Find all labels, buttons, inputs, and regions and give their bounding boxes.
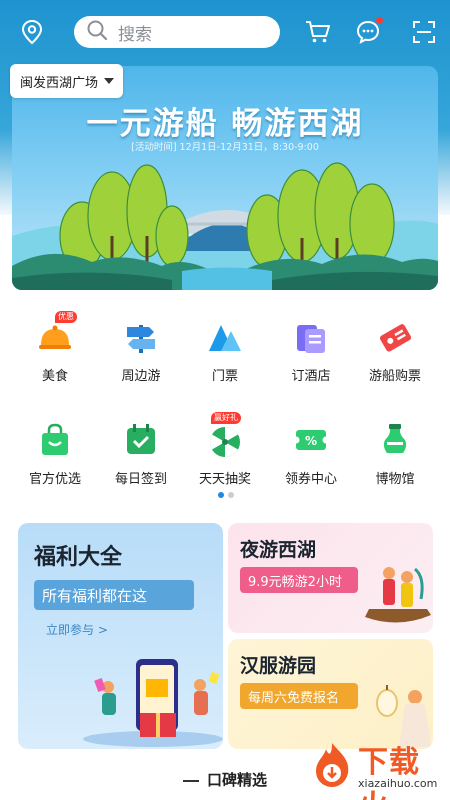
banner-title: 一元游船 畅游西湖 xyxy=(86,106,364,142)
vase-icon xyxy=(375,420,415,460)
welfare-card[interactable]: 福利大全 所有福利都在这 立即参与 > xyxy=(18,523,223,749)
location-pin-icon[interactable] xyxy=(20,19,44,45)
svg-text:%: % xyxy=(305,434,317,448)
search-placeholder: 搜索 xyxy=(118,24,152,45)
boat-people-illustration xyxy=(365,567,431,623)
join-link[interactable]: 立即参与 > xyxy=(46,621,108,638)
grid-label: 美食 xyxy=(41,369,68,384)
grid-label: 领券中心 xyxy=(284,472,337,487)
location-selector[interactable]: 闽发西湖广场 xyxy=(10,64,124,98)
section-title: 口碑精选 xyxy=(206,771,267,789)
grid-item-official-picks[interactable]: 官方优选 xyxy=(10,420,100,487)
pager-dot-active xyxy=(218,492,224,498)
tag-lottery: 赢好礼 xyxy=(211,412,241,424)
watermark-sub: xiazaihuo.com xyxy=(358,777,438,790)
message-icon[interactable] xyxy=(356,17,383,44)
grid-item-coupon-center[interactable]: % 领券中心 xyxy=(266,420,356,487)
watermark-text: 下载火 xyxy=(358,745,420,800)
hanfu-pill: 每周六免费报名 xyxy=(240,683,358,709)
grid-label: 游船购票 xyxy=(368,369,421,384)
grid-label: 订酒店 xyxy=(291,369,331,384)
scan-icon[interactable] xyxy=(412,20,436,44)
signpost-icon xyxy=(121,317,161,357)
food-cloche-icon: 优惠 xyxy=(35,311,77,357)
grid-item-museum[interactable]: 博物馆 xyxy=(350,420,440,487)
hanfu-card[interactable]: 汉服游园 每周六免费报名 xyxy=(228,639,433,749)
hanfu-title: 汉服游园 xyxy=(240,655,317,677)
shopping-bag-icon xyxy=(35,420,75,460)
grid-label: 周边游 xyxy=(121,369,161,384)
grid-item-boat-ticket[interactable]: 游船购票 xyxy=(350,317,440,384)
grid-item-tickets[interactable]: 门票 xyxy=(180,317,270,384)
pager-dot xyxy=(228,492,234,498)
night-tour-title: 夜游西湖 xyxy=(240,539,317,561)
location-label: 闽发西湖广场 xyxy=(20,75,99,91)
banner-subtitle: [活动时间] 12月1日-12月31日，8:30-9:00 xyxy=(131,142,319,153)
calendar-check-icon xyxy=(121,420,161,460)
grid-item-lottery[interactable]: 赢好礼 天天抽奖 xyxy=(180,412,270,487)
grid-label: 门票 xyxy=(211,369,238,384)
flame-logo-icon xyxy=(316,743,349,787)
grid-item-hotel[interactable]: 订酒店 xyxy=(266,317,356,384)
section-dash xyxy=(182,779,199,782)
welfare-pill: 所有福利都在这 xyxy=(34,580,194,610)
grid-label: 官方优选 xyxy=(28,472,81,487)
lottery-wheel-icon: 赢好礼 xyxy=(205,412,245,460)
night-tour-card[interactable]: 夜游西湖 9.9元畅游2小时 xyxy=(228,523,433,633)
search-icon xyxy=(86,19,108,45)
ticket-icon xyxy=(375,317,415,357)
watermark: 下载火 xiazaihuo.com xyxy=(310,737,440,800)
hotel-cards-icon xyxy=(291,317,331,357)
dropdown-caret-icon xyxy=(104,78,115,84)
coupon-icon: % xyxy=(291,420,331,460)
search-bar[interactable]: 搜索 xyxy=(74,16,280,48)
tag-food: 优惠 xyxy=(55,311,77,323)
welfare-illustration xyxy=(83,659,223,747)
grid-label: 天天抽奖 xyxy=(198,472,251,487)
top-bar: 搜索 xyxy=(0,0,450,64)
grid-item-daily-checkin[interactable]: 每日签到 xyxy=(96,420,186,487)
cart-icon[interactable] xyxy=(305,20,331,44)
grid-item-nearby[interactable]: 周边游 xyxy=(96,317,186,384)
night-tour-pill: 9.9元畅游2小时 xyxy=(240,567,358,593)
welfare-title: 福利大全 xyxy=(34,545,123,570)
grid-label: 每日签到 xyxy=(114,472,167,487)
mountain-icon xyxy=(205,317,245,357)
grid-label: 博物馆 xyxy=(375,472,415,487)
promo-banner[interactable]: 一元游船 畅游西湖 [活动时间] 12月1日-12月31日，8:30-9:00 xyxy=(12,66,438,290)
notification-dot xyxy=(376,17,383,24)
grid-item-food[interactable]: 优惠 美食 xyxy=(10,311,100,384)
grid-pager xyxy=(218,492,234,498)
